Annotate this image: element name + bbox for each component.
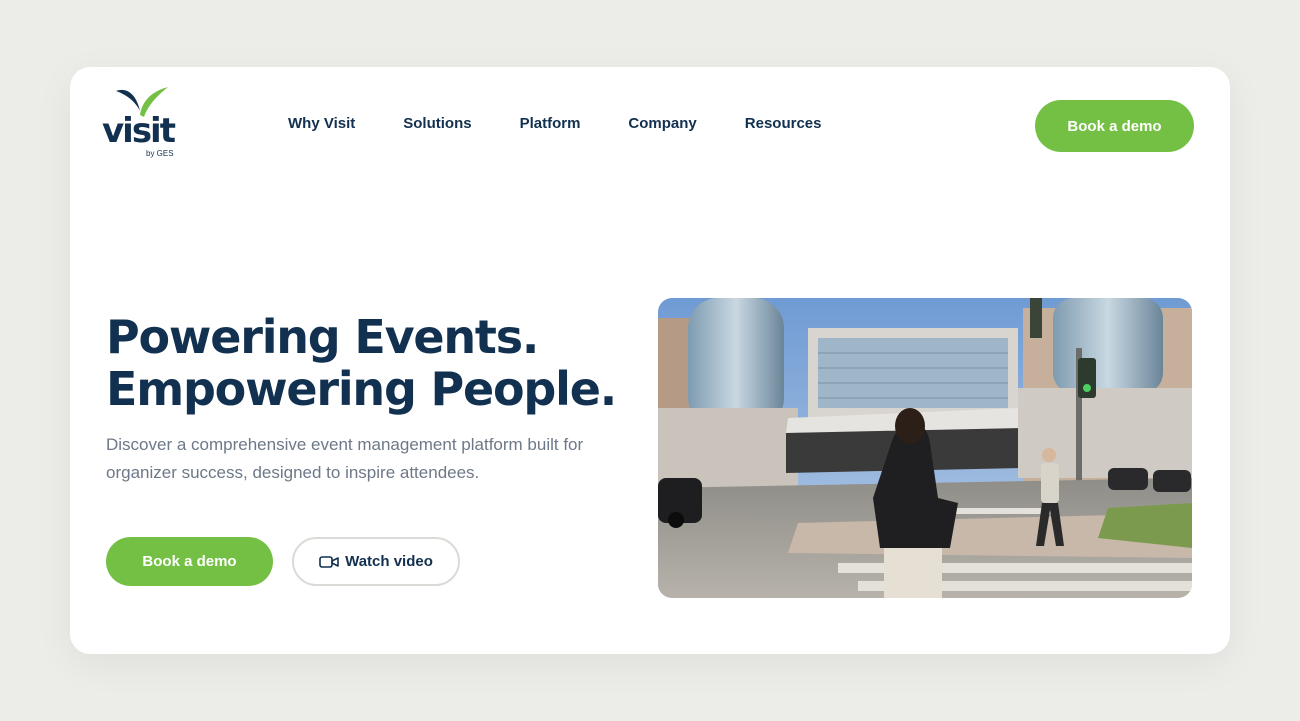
book-demo-hero-button[interactable]: Book a demo	[106, 537, 273, 586]
nav-why-visit[interactable]: Why Visit	[288, 115, 355, 132]
logo-wordmark: visit	[102, 111, 176, 151]
hero-title: Powering Events. Empowering People.	[106, 310, 617, 416]
book-demo-header-button[interactable]: Book a demo	[1035, 100, 1194, 152]
watch-video-label: Watch video	[345, 553, 433, 570]
visit-logo[interactable]: visit by GES	[102, 85, 182, 163]
nav-resources[interactable]: Resources	[745, 115, 822, 132]
main-card: visit by GES Why Visit Solutions Platfor…	[70, 67, 1230, 654]
main-nav: Why Visit Solutions Platform Company Res…	[288, 115, 869, 132]
hero-video[interactable]	[658, 298, 1192, 598]
nav-solutions[interactable]: Solutions	[403, 115, 471, 132]
logo-subtitle: by GES	[146, 149, 174, 158]
hero-title-line-1: Powering Events.	[106, 310, 539, 364]
nav-company[interactable]: Company	[628, 115, 696, 132]
watch-video-button[interactable]: Watch video	[292, 537, 460, 586]
hero-subtitle: Discover a comprehensive event managemen…	[106, 435, 584, 482]
nav-platform[interactable]: Platform	[520, 115, 581, 132]
hero-title-line-2: Empowering People.	[106, 362, 617, 416]
street-scene-image	[658, 298, 1192, 598]
video-camera-icon	[319, 555, 339, 568]
